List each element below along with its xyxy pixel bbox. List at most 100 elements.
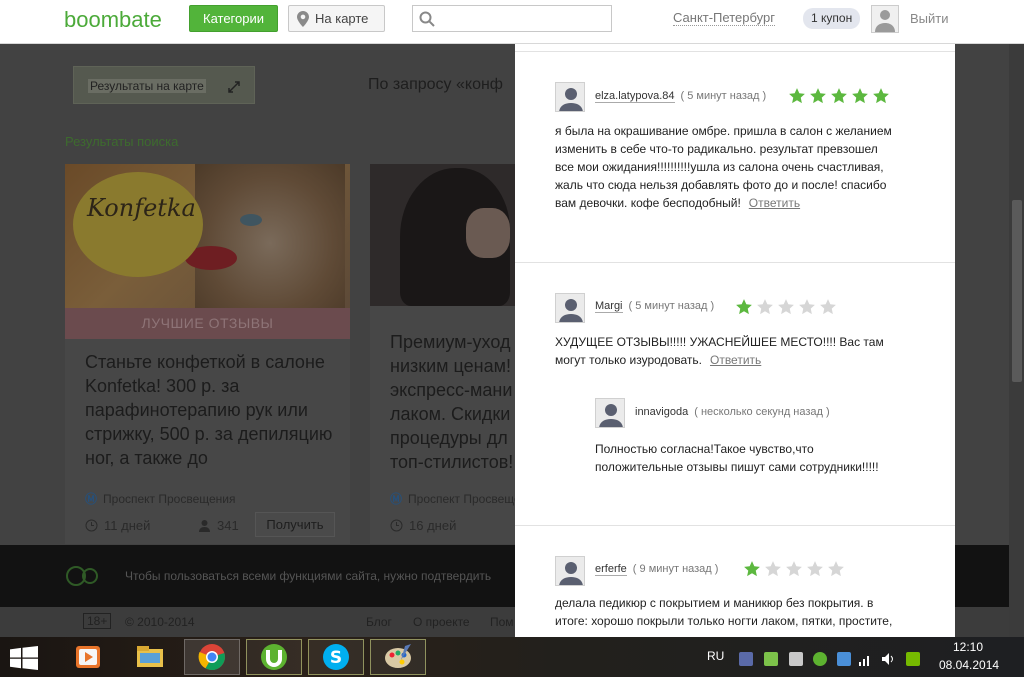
tray-utorrent-icon[interactable] [813,652,827,666]
boombate-logo-icon [66,566,98,586]
review-rating [735,298,837,316]
reply-username[interactable]: innavigoda [635,406,688,418]
tray-vk-icon[interactable] [739,652,753,666]
tray-app-icon[interactable] [837,652,851,666]
user-avatar[interactable] [871,5,899,33]
reply-text: Полностью согласна!Такое чувство,что пол… [595,440,935,476]
deal-title-line: топ-стилистов! [390,452,514,472]
categories-button[interactable]: Категории [189,5,278,32]
star-empty-icon [757,299,773,315]
review-text-line: все мои ожидания!!!!!!!!!!ушла из салона… [555,160,884,174]
clock-date[interactable]: 08.04.2014 [939,658,999,672]
map-preview[interactable]: Результаты на карте [73,66,255,104]
model-face [466,208,510,258]
deal-title-line: процедуры дл [390,428,508,448]
review-text: делала педикюр с покрытием и маникюр без… [555,594,935,630]
windows-taskbar: S RU 12:10 08.04.2014 [0,637,1024,677]
review-item: Margi ( 5 минут назад ) ХУДУЩЕЕ ОТЗЫВЫ!!!… [515,263,955,526]
taskbar-file-explorer[interactable] [122,639,178,675]
map-preview-label: Результаты на карте [88,79,206,93]
get-deal-button[interactable]: Получить [255,512,335,537]
deal-title-line: лаком. Скидки [390,404,511,424]
windows-start-icon[interactable] [10,646,38,670]
clock-time[interactable]: 12:10 [953,640,983,654]
footer-link-help[interactable]: Пом [490,615,514,629]
review-header: erferfe ( 9 минут назад ) [595,563,718,576]
footer-link-blog[interactable]: Блог [366,615,392,629]
review-avatar[interactable] [555,82,585,112]
star-filled-icon [831,88,847,104]
review-text-line: ХУДУЩЕЕ ОТЗЫВЫ!!!!! УЖАСНЕЙШЕЕ МЕСТО!!!!… [555,335,884,349]
model-face [195,164,345,308]
city-selector[interactable]: Санкт-Петербург [673,11,775,26]
metro-icon: Ⓜ [85,492,98,506]
buyers-count-value: 341 [217,518,239,533]
buyers-count: 341 [198,518,239,533]
deal-card[interactable]: Konfetka ЛУЧШИЕ ОТЗЫВЫ Станьте конфеткой… [65,164,350,544]
review-username[interactable]: erferfe [595,563,627,576]
review-header: Margi ( 5 минут назад ) [595,300,714,313]
review-text-line-last: вам девочки. кофе бесподобный! [555,196,741,210]
tray-blocked-icon[interactable] [789,652,803,666]
signal-icon[interactable] [858,652,872,666]
reply-header: innavigoda ( несколько секунд назад ) [635,406,830,418]
review-text-line: итоге: хорошо покрыли только ногти лаком… [555,614,893,628]
coupon-badge[interactable]: 1 купон [803,8,861,29]
review-time: ( 5 минут назад ) [680,90,767,102]
star-empty-icon [820,299,836,315]
star-filled-icon [852,88,868,104]
days-left-value: 16 дней [409,518,457,533]
map-button[interactable]: На карте [288,5,385,32]
konfetka-logo-text: Konfetka [87,194,196,222]
lollipop-logo [73,172,203,277]
star-empty-icon [828,561,844,577]
taskbar-utorrent[interactable] [246,639,302,675]
deal-title-line: экспресс-мани [390,380,513,400]
site-logo[interactable]: boombate [64,7,162,33]
logout-link[interactable]: Выйти [910,11,949,26]
metro-station-name: Проспект Просвещения [103,492,236,506]
review-header: elza.latypova.84 ( 5 минут назад ) [595,90,767,103]
volume-icon[interactable] [881,652,897,666]
deal-title-line: Премиум-уход [390,332,511,352]
taskbar-paint[interactable] [370,639,426,675]
deal-image: Konfetka [65,164,350,308]
review-avatar[interactable] [555,556,585,586]
paint-palette-icon [385,644,411,668]
metro-station: Ⓜ Проспект Просвеще [390,490,515,507]
map-button-label: На карте [315,11,369,26]
language-indicator[interactable]: RU [707,649,724,663]
taskbar-skype[interactable]: S [308,639,364,675]
review-text-line: изменить в себе что-то радикально. резул… [555,142,878,156]
user-icon [875,10,895,32]
model-eye [240,214,262,226]
folder-icon [137,646,163,667]
reply-link[interactable]: Ответить [710,353,761,367]
clock-icon [85,519,98,532]
footer-link-about[interactable]: О проекте [413,615,470,629]
deal-title[interactable]: Премиум-уход низким ценам! экспресс-мани… [390,330,515,474]
review-text: я была на окрашивание омбре. пришла в са… [555,122,935,212]
page-scrollbar-thumb[interactable] [1012,200,1022,382]
user-avatar-icon [599,404,623,427]
deal-card[interactable]: Премиум-уход низким ценам! экспресс-мани… [370,164,515,544]
review-username[interactable]: Margi [595,300,623,313]
person-icon [199,520,210,532]
reply-avatar[interactable] [595,398,625,428]
review-text-line: могут только изуродовать. Ответить [555,351,935,369]
review-avatar[interactable] [555,293,585,323]
tray-nvidia-icon[interactable] [906,652,920,666]
reply-text-line: положительные отзывы пишут сами сотрудни… [595,460,879,474]
review-text-line-last: могут только изуродовать. [555,353,702,367]
taskbar-media-player[interactable] [60,639,116,675]
review-username[interactable]: elza.latypova.84 [595,90,675,103]
reply-link[interactable]: Ответить [749,196,800,210]
star-empty-icon [786,561,802,577]
deal-title[interactable]: Станьте конфеткой в салоне Konfetka! 300… [85,350,340,470]
best-reviews-badge: ЛУЧШИЕ ОТЗЫВЫ [65,308,350,339]
review-text-line: вам девочки. кофе бесподобный! Ответить [555,194,935,212]
search-input[interactable] [412,5,612,32]
tray-chat-icon[interactable] [764,652,778,666]
taskbar-chrome[interactable] [184,639,240,675]
map-pin-icon [297,11,309,27]
